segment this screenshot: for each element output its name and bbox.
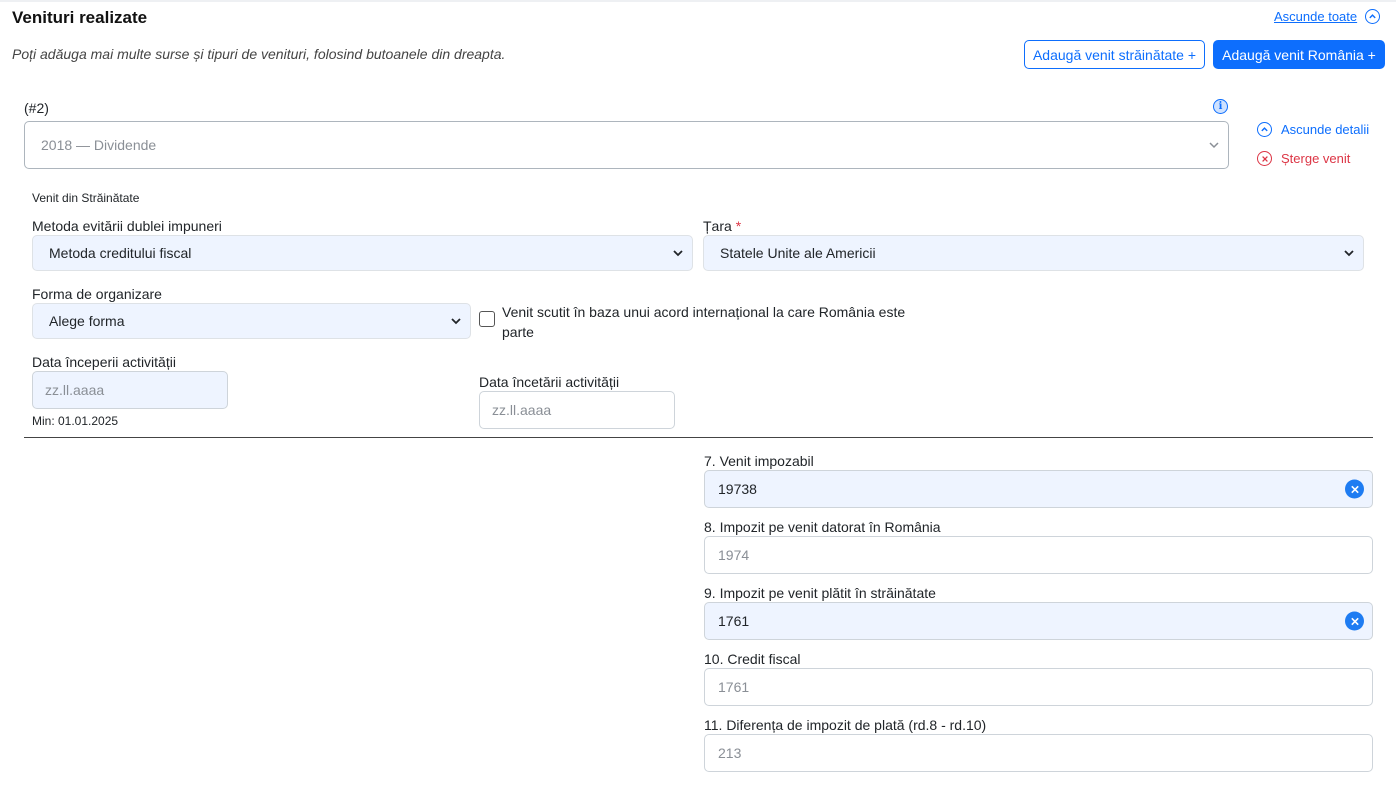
add-romania-income-button[interactable]: Adaugă venit România +	[1213, 40, 1385, 69]
clear-icon[interactable]	[1345, 479, 1364, 499]
row7-value: 19738	[718, 481, 757, 497]
delete-income-label: Șterge venit	[1281, 151, 1351, 166]
country-select[interactable]: Statele Unite ale Americii	[703, 235, 1364, 271]
hide-details-label: Ascunde detalii	[1281, 122, 1370, 137]
method-label: Metoda evitării dublei impuneri	[32, 218, 222, 234]
chevron-down-icon	[451, 318, 461, 325]
section-divider	[24, 437, 1373, 438]
organization-value: Alege forma	[49, 313, 125, 329]
start-date-label: Data începerii activității	[32, 354, 176, 370]
country-value: Statele Unite ale Americii	[720, 245, 876, 261]
tax-due-romania-field: 1974	[704, 536, 1373, 574]
start-date-hint: Min: 01.01.2025	[32, 414, 119, 428]
group-label: Venit din Străinătate	[32, 191, 140, 205]
chevron-down-icon	[1344, 250, 1354, 257]
row8-label: 8. Impozit pe venit datorat în România	[704, 519, 941, 535]
add-foreign-income-button[interactable]: Adaugă venit străinătate +	[1024, 40, 1205, 69]
section-subtitle: Poți adăuga mai multe surse și tipuri de…	[12, 46, 506, 62]
end-date-placeholder: zz.ll.aaaa	[492, 402, 552, 418]
hide-details-link[interactable]: Ascunde detalii	[1257, 122, 1369, 137]
income-type-select[interactable]: 2018 — Dividende	[24, 121, 1229, 169]
row10-value: 1761	[718, 679, 750, 695]
fiscal-credit-field: 1761	[704, 668, 1373, 706]
collapse-all-link[interactable]: Ascunde toate	[1274, 9, 1381, 24]
end-date-label: Data încetării activității	[479, 374, 620, 390]
row9-value: 1761	[718, 613, 750, 629]
info-icon[interactable]: i	[1213, 99, 1228, 114]
close-circle-icon	[1257, 151, 1272, 166]
end-date-input[interactable]: zz.ll.aaaa	[479, 391, 675, 429]
taxable-income-input[interactable]: 19738	[704, 470, 1373, 508]
delete-income-link[interactable]: Șterge venit	[1257, 151, 1350, 166]
country-label-text: Țara	[703, 218, 732, 234]
income-index-label: (#2)	[24, 100, 49, 116]
organization-label: Forma de organizare	[32, 286, 162, 302]
income-type-value: 2018 — Dividende	[41, 137, 157, 153]
top-border	[0, 0, 1396, 2]
start-date-placeholder: zz.ll.aaaa	[45, 382, 105, 398]
collapse-all-label: Ascunde toate	[1274, 9, 1358, 24]
section-title: Venituri realizate	[12, 8, 148, 27]
row11-label: 11. Diferența de impozit de plată (rd.8 …	[704, 717, 987, 733]
chevron-up-circle-icon	[1365, 9, 1381, 24]
country-label: Țara *	[703, 218, 741, 234]
chevron-up-circle-icon	[1257, 122, 1272, 137]
row7-label: 7. Venit impozabil	[704, 453, 814, 469]
start-date-input[interactable]: zz.ll.aaaa	[32, 371, 228, 409]
method-select[interactable]: Metoda creditului fiscal	[32, 235, 693, 271]
exempt-checkbox-label: Venit scutit în baza unui acord internaț…	[502, 304, 906, 340]
row8-value: 1974	[718, 547, 750, 563]
method-value: Metoda creditului fiscal	[49, 245, 192, 261]
row10-label: 10. Credit fiscal	[704, 651, 801, 667]
chevron-down-icon	[1209, 142, 1219, 149]
required-mark: *	[735, 218, 742, 234]
tax-difference-field: 213	[704, 734, 1373, 772]
organization-select[interactable]: Alege forma	[32, 303, 471, 339]
row11-value: 213	[718, 745, 742, 761]
row9-label: 9. Impozit pe venit plătit în străinătat…	[704, 585, 936, 601]
clear-icon[interactable]	[1345, 611, 1364, 631]
tax-paid-abroad-input[interactable]: 1761	[704, 602, 1373, 640]
chevron-down-icon	[673, 250, 683, 257]
exempt-checkbox[interactable]	[479, 311, 495, 327]
